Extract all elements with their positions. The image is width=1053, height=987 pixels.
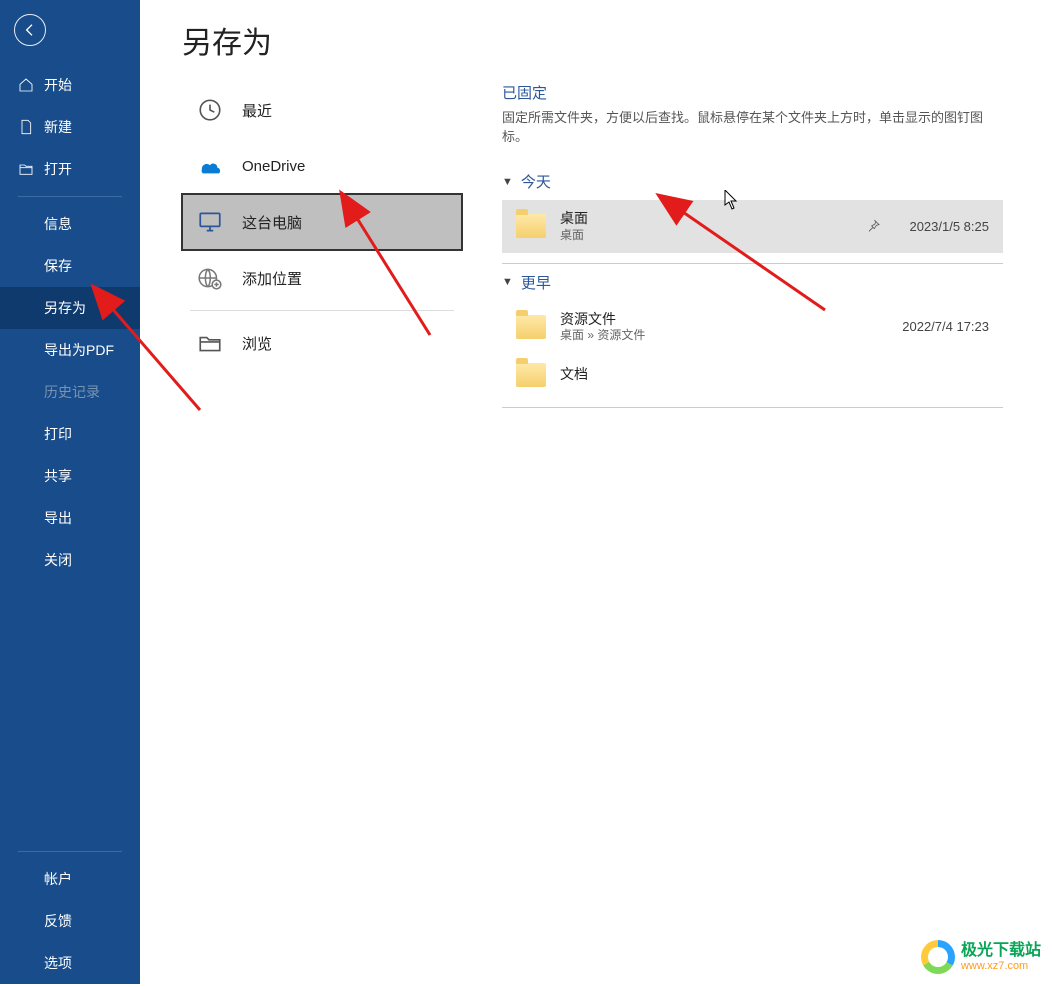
folder-icon bbox=[516, 214, 546, 238]
location-recent[interactable]: 最近 bbox=[182, 82, 462, 138]
sidebar-item-new[interactable]: 新建 bbox=[0, 106, 140, 148]
group-heading-earlier[interactable]: ▼ 更早 bbox=[502, 272, 1003, 293]
folder-name: 文档 bbox=[560, 366, 588, 384]
pin-button[interactable] bbox=[863, 216, 883, 236]
sidebar-item-label: 开始 bbox=[44, 75, 72, 95]
sidebar-item-share[interactable]: 共享 bbox=[0, 455, 140, 497]
sidebar-item-history: 历史记录 bbox=[0, 371, 140, 413]
sidebar-item-close[interactable]: 关闭 bbox=[0, 539, 140, 581]
group-separator bbox=[502, 263, 1003, 264]
pinned-heading: 已固定 bbox=[502, 82, 1003, 103]
folder-icon bbox=[516, 315, 546, 339]
sidebar-item-open[interactable]: 打开 bbox=[0, 148, 140, 190]
sidebar-item-saveas[interactable]: 另存为 bbox=[0, 287, 140, 329]
folder-panel: 已固定 固定所需文件夹，方便以后查找。鼠标悬停在某个文件夹上方时，单击显示的图钉… bbox=[502, 82, 1023, 416]
home-icon bbox=[18, 77, 34, 93]
sidebar-item-info[interactable]: 信息 bbox=[0, 203, 140, 245]
sidebar-item-options[interactable]: 选项 bbox=[0, 942, 140, 984]
folder-open-icon bbox=[18, 161, 34, 177]
group-separator bbox=[502, 407, 1003, 408]
sidebar-item-label: 新建 bbox=[44, 117, 72, 137]
sidebar-item-label: 打开 bbox=[44, 159, 72, 179]
folder-row-documents[interactable]: 文档 bbox=[502, 353, 1003, 397]
sidebar-item-account[interactable]: 帐户 bbox=[0, 858, 140, 900]
page-title: 另存为 bbox=[182, 18, 1023, 62]
main-panel: 另存为 最近 OneDrive 这台电脑 bbox=[140, 0, 1053, 984]
folder-path: 桌面 » 资源文件 bbox=[560, 328, 645, 343]
file-icon bbox=[18, 119, 34, 135]
location-thispc[interactable]: 这台电脑 bbox=[182, 194, 462, 250]
folder-date: 2023/1/5 8:25 bbox=[909, 219, 989, 234]
sidebar-item-print[interactable]: 打印 bbox=[0, 413, 140, 455]
sidebar-item-export[interactable]: 导出 bbox=[0, 497, 140, 539]
sidebar-item-exportpdf[interactable]: 导出为PDF bbox=[0, 329, 140, 371]
folder-row-desktop[interactable]: 桌面 桌面 2023/1/5 8:25 bbox=[502, 200, 1003, 253]
saveas-location-list: 最近 OneDrive 这台电脑 添加位置 bbox=[182, 82, 462, 416]
location-browse[interactable]: 浏览 bbox=[182, 315, 462, 371]
globe-plus-icon bbox=[196, 264, 224, 292]
folder-date: 2022/7/4 17:23 bbox=[902, 319, 989, 334]
group-heading-today[interactable]: ▼ 今天 bbox=[502, 171, 1003, 192]
sidebar-item-feedback[interactable]: 反馈 bbox=[0, 900, 140, 942]
sidebar-separator bbox=[18, 851, 122, 852]
folder-name: 桌面 bbox=[560, 210, 588, 228]
sidebar-item-save[interactable]: 保存 bbox=[0, 245, 140, 287]
sidebar-item-home[interactable]: 开始 bbox=[0, 64, 140, 106]
back-button[interactable] bbox=[14, 14, 46, 46]
monitor-icon bbox=[196, 208, 224, 236]
folder-path: 桌面 bbox=[560, 228, 588, 243]
folder-icon bbox=[516, 363, 546, 387]
file-sidebar: 开始 新建 打开 信息 保存 另存为 导出为PDF 历史记录 打印 共享 导出 … bbox=[0, 0, 140, 984]
location-separator bbox=[190, 310, 454, 311]
folder-name: 资源文件 bbox=[560, 311, 645, 329]
location-addplace[interactable]: 添加位置 bbox=[182, 250, 462, 306]
caret-down-icon: ▼ bbox=[502, 176, 513, 188]
caret-down-icon: ▼ bbox=[502, 276, 513, 288]
folder-row-resources[interactable]: 资源文件 桌面 » 资源文件 2022/7/4 17:23 bbox=[502, 301, 1003, 354]
folder-open-icon bbox=[196, 329, 224, 357]
location-onedrive[interactable]: OneDrive bbox=[182, 138, 462, 194]
pinned-description: 固定所需文件夹，方便以后查找。鼠标悬停在某个文件夹上方时，单击显示的图钉图标。 bbox=[502, 107, 1003, 145]
clock-icon bbox=[196, 96, 224, 124]
sidebar-separator bbox=[18, 196, 122, 197]
onedrive-icon bbox=[196, 152, 224, 180]
